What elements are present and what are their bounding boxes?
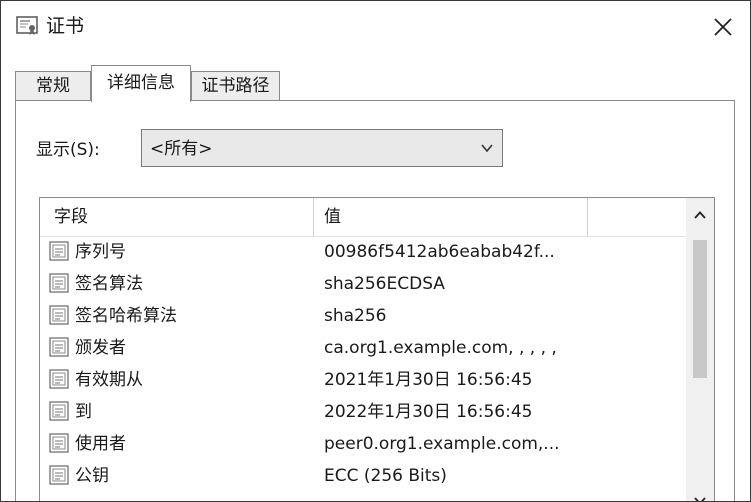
row-field-name: 使用者: [75, 434, 126, 454]
row-field-name: 颁发者: [75, 338, 126, 358]
row-field-value: ECC (256 Bits): [324, 466, 447, 486]
chevron-up-icon: [694, 211, 706, 219]
close-icon: [714, 18, 732, 36]
chevron-down-icon: [694, 497, 706, 501]
row-field-name: 签名哈希算法: [75, 306, 177, 326]
certificate-icon: [16, 16, 38, 35]
show-select[interactable]: <所有>: [141, 129, 503, 167]
list-row[interactable]: 签名算法 sha256ECDSA: [40, 268, 686, 300]
row-field-value: sha256ECDSA: [324, 274, 445, 294]
tab-certification-path[interactable]: 证书路径: [191, 71, 280, 101]
row-field-value: 00986f5412ab6eabab42f...: [324, 242, 555, 262]
certificate-field-icon: [49, 241, 69, 261]
row-field-name: 有效期从: [75, 370, 143, 390]
list-row[interactable]: 使用者 peer0.org1.example.com,...: [40, 428, 686, 460]
chevron-down-icon: [481, 144, 493, 153]
scroll-down-button[interactable]: [686, 486, 714, 501]
window-title: 证书: [46, 15, 85, 37]
scroll-up-button[interactable]: [686, 198, 714, 232]
certificate-field-icon: [49, 401, 69, 421]
title-bar: 证书: [1, 1, 750, 51]
vertical-scrollbar[interactable]: [686, 198, 714, 501]
show-select-value: <所有>: [150, 139, 213, 159]
close-button[interactable]: [707, 11, 739, 43]
tab-details[interactable]: 详细信息: [91, 65, 191, 102]
row-field-value: ca.org1.example.com, , , , ,: [324, 338, 557, 358]
column-header-value[interactable]: 值: [314, 198, 588, 236]
list-row[interactable]: 颁发者 ca.org1.example.com, , , , ,: [40, 332, 686, 364]
certificate-field-icon: [49, 337, 69, 357]
certificate-field-icon: [49, 465, 69, 485]
row-field-name: 序列号: [75, 242, 126, 262]
list-row[interactable]: 公钥 ECC (256 Bits): [40, 460, 686, 492]
certificate-window: 证书 常规 详细信息 证书路径 显示(S): <所有> 字段 值 序列号 009…: [0, 0, 751, 502]
scroll-thumb[interactable]: [693, 240, 707, 378]
certificate-field-icon: [49, 305, 69, 325]
certificate-field-icon: [49, 433, 69, 453]
list-row[interactable]: 签名哈希算法 sha256: [40, 300, 686, 332]
list-row[interactable]: 到 2022年1月30日 16:56:45: [40, 396, 686, 428]
show-label: 显示(S):: [36, 140, 100, 160]
certificate-field-icon: [49, 273, 69, 293]
row-field-value: 2021年1月30日 16:56:45: [324, 370, 533, 390]
column-header-field[interactable]: 字段: [40, 198, 314, 236]
row-field-name: 到: [75, 402, 92, 422]
list-row[interactable]: 序列号 00986f5412ab6eabab42f...: [40, 236, 686, 268]
list-row[interactable]: 有效期从 2021年1月30日 16:56:45: [40, 364, 686, 396]
row-field-value: sha256: [324, 306, 387, 326]
tab-general[interactable]: 常规: [15, 71, 91, 101]
row-field-name: 签名算法: [75, 274, 143, 294]
row-field-value: 2022年1月30日 16:56:45: [324, 402, 533, 422]
certificate-field-icon: [49, 369, 69, 389]
details-panel: 显示(S): <所有> 字段 值 序列号 00986f5412ab6eabab4…: [15, 100, 735, 501]
row-field-value: peer0.org1.example.com,...: [324, 434, 560, 454]
field-list[interactable]: 字段 值 序列号 00986f5412ab6eabab42f... 签名算法 s…: [39, 197, 715, 501]
row-field-name: 公钥: [75, 466, 109, 486]
list-header: 字段 值: [40, 198, 686, 237]
